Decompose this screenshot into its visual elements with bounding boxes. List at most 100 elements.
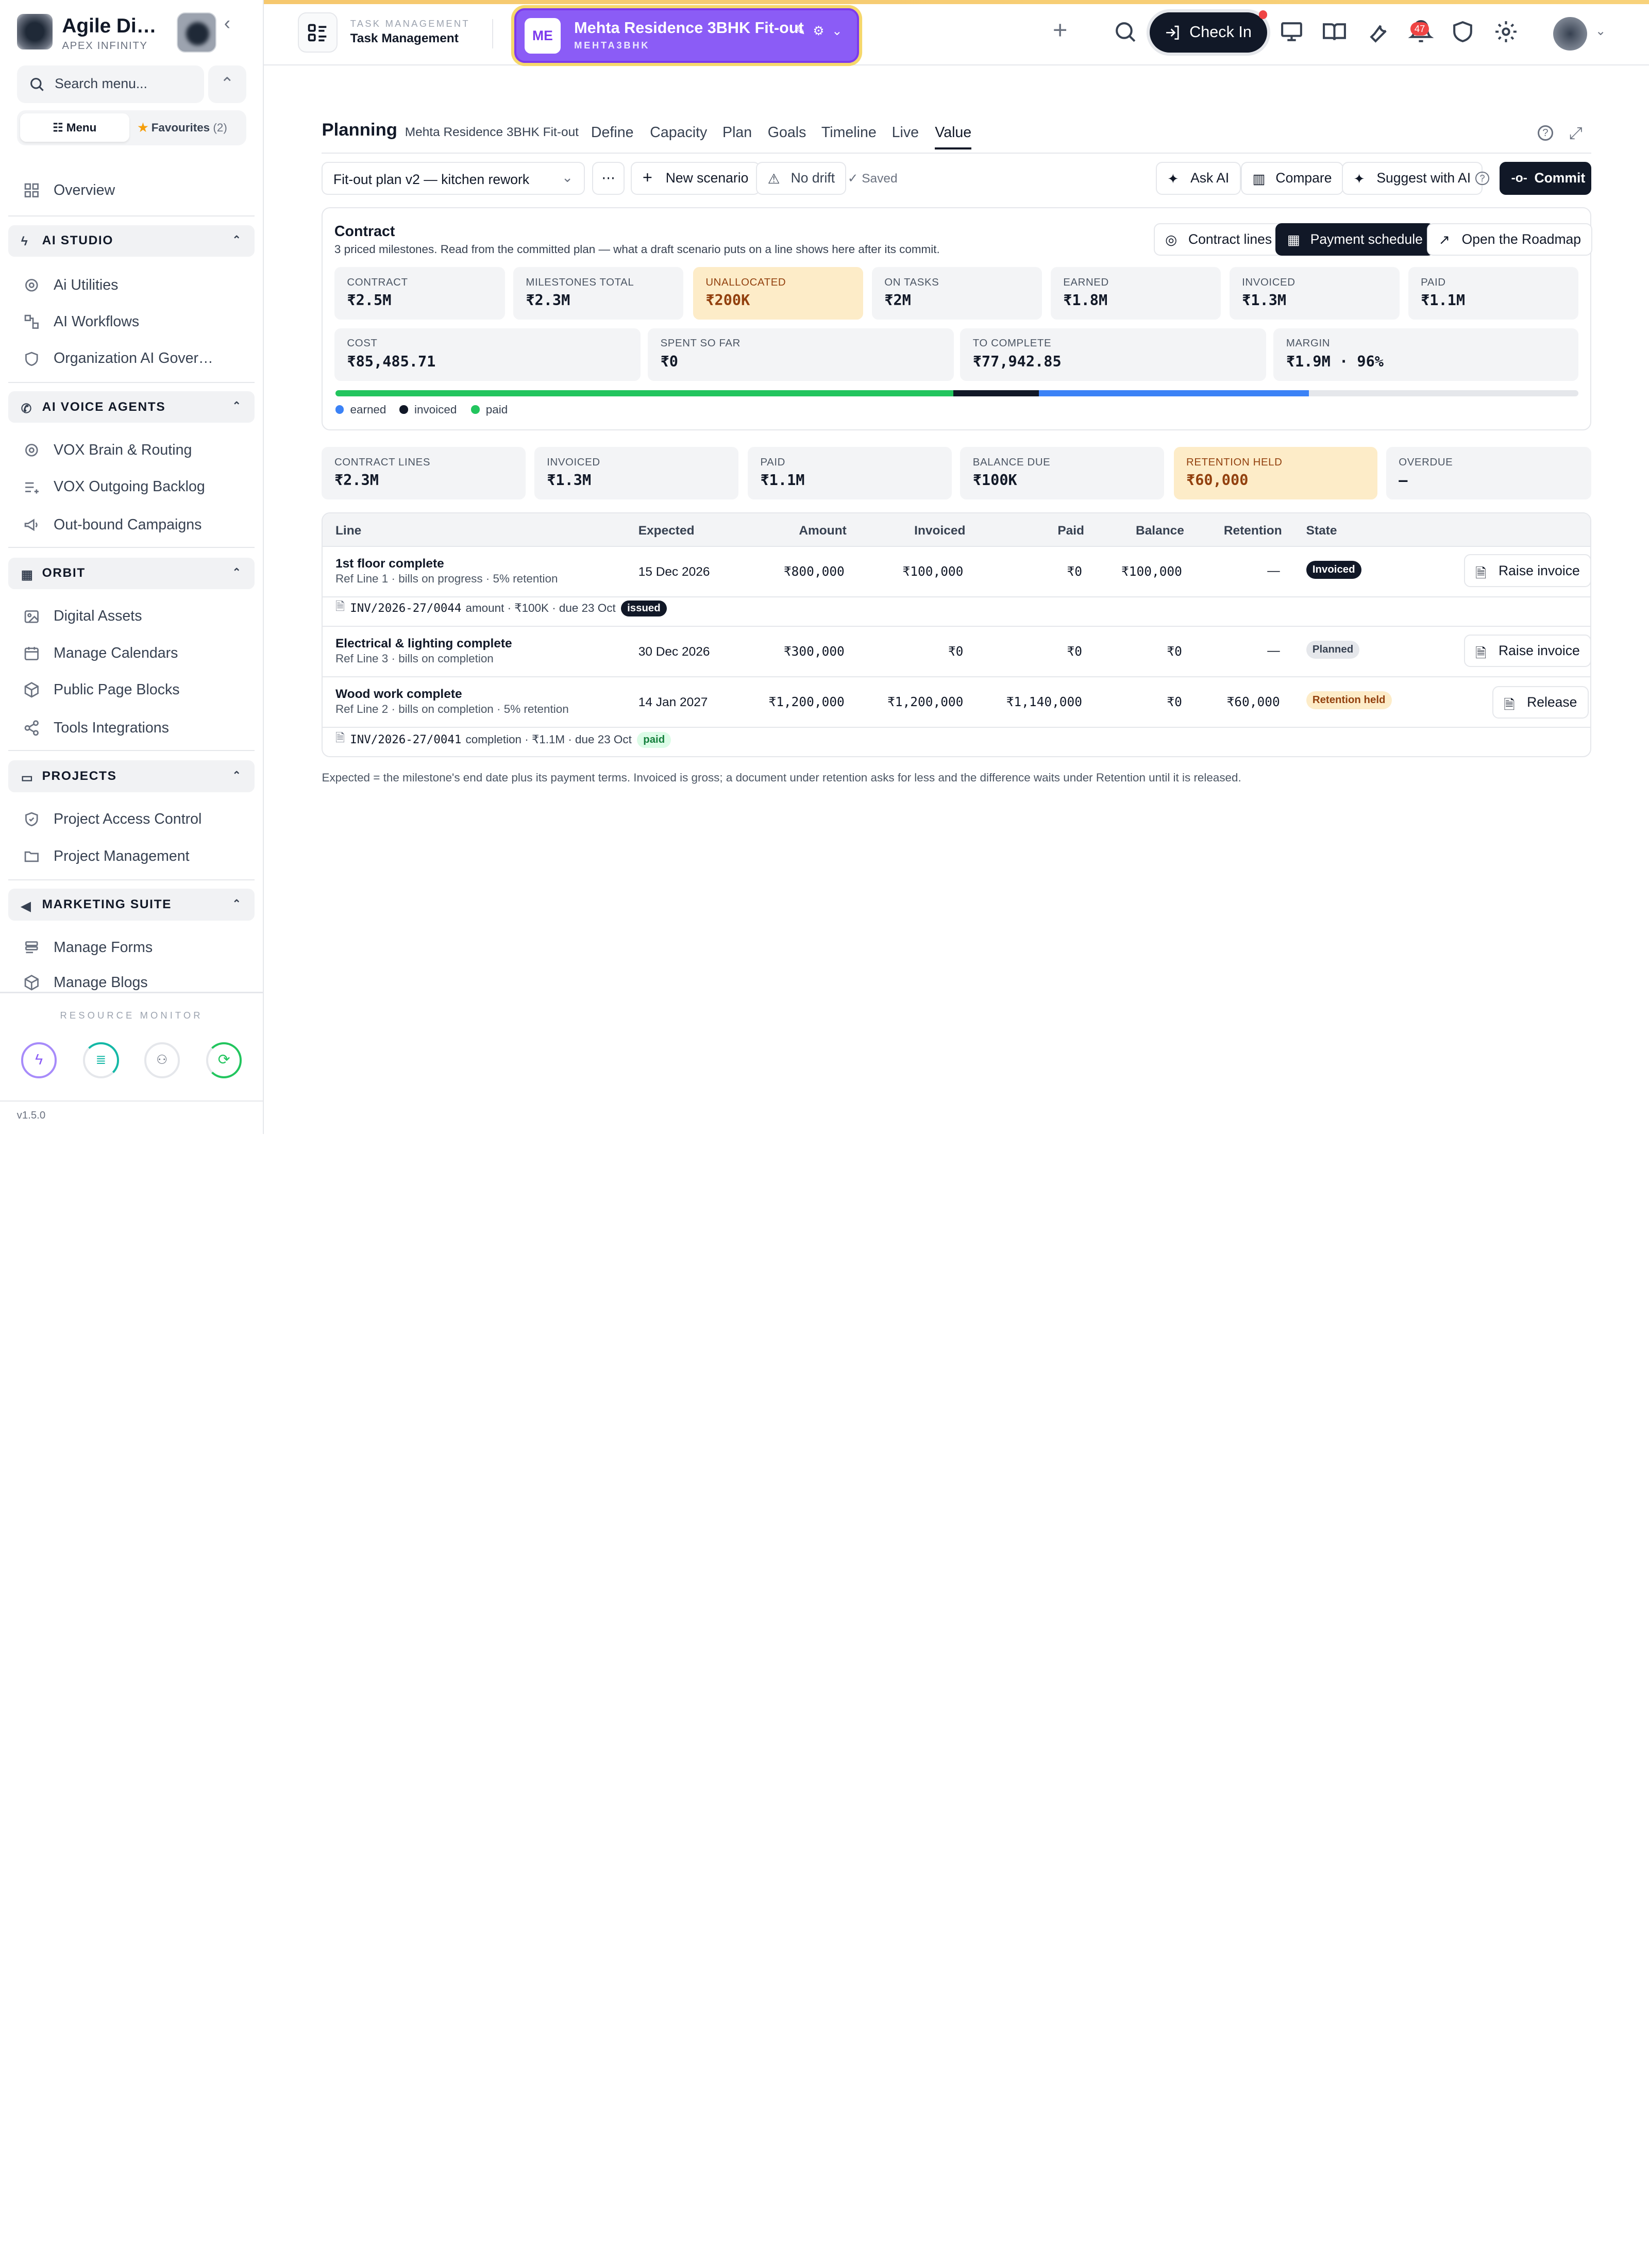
brand[interactable]: Agile Di… APEX INFINITY bbox=[15, 10, 257, 57]
section-marketing-suite[interactable]: ◀ MARKETING SUITE ⌃ bbox=[8, 889, 255, 921]
chevron-up-icon[interactable]: ⌃ bbox=[208, 65, 246, 103]
section-title: PROJECTS bbox=[42, 769, 117, 783]
sidebar-item-public-page-blocks[interactable]: Public Page Blocks bbox=[23, 674, 180, 706]
tab-live[interactable]: Live bbox=[892, 124, 919, 141]
divider bbox=[0, 992, 263, 993]
tab-plan[interactable]: Plan bbox=[722, 124, 752, 141]
payment-schedule-button[interactable]: ▦ Payment schedule bbox=[1275, 223, 1435, 256]
ask-ai-button[interactable]: ✦ Ask AI bbox=[1155, 162, 1241, 195]
summary-contract-lines: CONTRACT LINES ₹2.3M bbox=[322, 447, 526, 500]
help-icon[interactable]: ? bbox=[1537, 125, 1554, 141]
raise-invoice-button[interactable]: 🗎 Raise invoice bbox=[1463, 634, 1590, 667]
wrench-icon[interactable] bbox=[1365, 19, 1390, 44]
saved-status: ✓ Saved bbox=[848, 171, 898, 186]
stat-label: CONTRACT bbox=[347, 276, 408, 288]
sidebar-item-manage-forms[interactable]: Manage Forms bbox=[23, 932, 153, 963]
power-gauge-icon[interactable]: ϟ bbox=[21, 1042, 57, 1078]
invoice-id[interactable]: INV/2026-27/0044 bbox=[350, 602, 461, 615]
expected-date: 14 Jan 2027 bbox=[638, 695, 708, 709]
sidebar-item-project-access-control[interactable]: Project Access Control bbox=[23, 804, 201, 835]
tab-menu[interactable]: ☷ Menu bbox=[20, 113, 129, 142]
compare-button[interactable]: ▥ Compare bbox=[1241, 162, 1343, 195]
sidebar-item-digital-assets[interactable]: Digital Assets bbox=[23, 601, 142, 632]
section-ai-studio[interactable]: ϟ AI STUDIO ⌃ bbox=[8, 225, 255, 257]
more-options-button[interactable]: ⋯ bbox=[592, 162, 625, 195]
check-in-button[interactable]: Check In bbox=[1149, 10, 1268, 53]
section-ai-voice-agents[interactable]: ✆ AI VOICE AGENTS ⌃ bbox=[8, 391, 255, 423]
task-list-icon[interactable] bbox=[297, 12, 338, 53]
expand-icon[interactable]: ⤢ bbox=[1569, 123, 1583, 143]
legend-paid: paid bbox=[471, 403, 508, 416]
help-icon[interactable]: ? bbox=[1475, 171, 1489, 186]
contract-lines-button[interactable]: ◎ Contract lines bbox=[1153, 223, 1284, 256]
tab-goals[interactable]: Goals bbox=[768, 124, 806, 141]
raise-invoice-button[interactable]: 🗎 Raise invoice bbox=[1463, 554, 1590, 587]
amount: ₹1,200,000 bbox=[768, 694, 845, 709]
sidebar-item-outbound-campaigns[interactable]: Out-bound Campaigns bbox=[23, 509, 201, 541]
sync-gauge-icon[interactable]: ⟳ bbox=[206, 1042, 242, 1078]
section-title: MARKETING SUITE bbox=[42, 897, 172, 912]
sidebar-item-ai-utilities[interactable]: Ai Utilities bbox=[23, 269, 118, 301]
monitor-icon[interactable] bbox=[1279, 19, 1304, 44]
users-gauge-icon[interactable]: ⚇ bbox=[144, 1042, 180, 1078]
sidebar-item-ai-workflows[interactable]: AI Workflows bbox=[23, 306, 139, 338]
plus-icon[interactable]: + bbox=[1053, 18, 1078, 44]
tab-value[interactable]: Value bbox=[935, 124, 972, 150]
sidebar-item-project-management[interactable]: Project Management bbox=[23, 841, 190, 872]
sidebar-item-org-ai-governance[interactable]: Organization AI Gover… bbox=[23, 343, 213, 374]
new-scenario-button[interactable]: + New scenario bbox=[631, 162, 760, 195]
release-button[interactable]: 🗎 Release bbox=[1492, 686, 1589, 719]
edit-icon[interactable]: ✎ bbox=[795, 23, 806, 39]
sidebar-item-manage-calendars[interactable]: Manage Calendars bbox=[23, 638, 178, 669]
sidebar-item-vox-backlog[interactable]: VOX Outgoing Backlog bbox=[23, 471, 205, 503]
tab-favourites[interactable]: ★ Favourites (2) bbox=[138, 113, 243, 142]
invoice-icon: 🗎 bbox=[1504, 696, 1515, 712]
search-icon[interactable] bbox=[1113, 19, 1138, 44]
book-icon[interactable] bbox=[1322, 19, 1347, 44]
calendar-icon bbox=[24, 647, 39, 660]
document-icon: 🗎 bbox=[335, 731, 345, 745]
sidebar-item-label: Organization AI Gover… bbox=[54, 350, 213, 367]
divider bbox=[8, 381, 255, 383]
tab-capacity[interactable]: Capacity bbox=[650, 124, 707, 141]
invoice-document-row[interactable]: 🗎 INV/2026-27/0044 amount · ₹100K · due … bbox=[335, 598, 667, 618]
shield-icon[interactable] bbox=[1450, 19, 1475, 44]
notification-count-badge: 47 bbox=[1410, 22, 1429, 36]
sidebar-item-overview[interactable]: Overview bbox=[23, 175, 115, 206]
settings-icon[interactable] bbox=[1493, 19, 1519, 44]
user-avatar[interactable] bbox=[1553, 16, 1587, 51]
sidebar-item-tools-integrations[interactable]: Tools Integrations bbox=[23, 712, 169, 744]
sidebar-item-manage-blogs[interactable]: Manage Blogs bbox=[23, 969, 148, 992]
contract-title: Contract bbox=[334, 223, 395, 240]
database-gauge-icon[interactable]: ≣ bbox=[83, 1042, 119, 1078]
stat-value: ₹1.1M bbox=[760, 471, 805, 489]
gear-icon[interactable]: ⚙ bbox=[813, 23, 824, 39]
no-drift-button[interactable]: ⚠ No drift bbox=[756, 162, 847, 195]
external-link-icon: ↗ bbox=[1438, 231, 1450, 247]
section-projects[interactable]: ▭ PROJECTS ⌃ bbox=[8, 760, 255, 792]
commit-button[interactable]: -o- Commit bbox=[1500, 162, 1591, 195]
invoice-id[interactable]: INV/2026-27/0041 bbox=[350, 733, 461, 746]
gear-icon bbox=[25, 444, 38, 457]
tab-timeline[interactable]: Timeline bbox=[821, 124, 877, 141]
balance: ₹0 bbox=[1167, 694, 1182, 709]
sidebar-item-vox-brain[interactable]: VOX Brain & Routing bbox=[23, 435, 192, 466]
sidebar-item-label: Manage Calendars bbox=[54, 644, 178, 661]
org-avatar[interactable] bbox=[176, 12, 217, 53]
project-switcher[interactable]: ME Mehta Residence 3BHK Fit-out MEHTA3BH… bbox=[514, 8, 860, 63]
shield-icon bbox=[25, 352, 38, 366]
section-orbit[interactable]: ▦ ORBIT ⌃ bbox=[8, 557, 255, 589]
chevron-down-icon[interactable]: ⌄ bbox=[832, 23, 843, 39]
suggest-ai-button[interactable]: ✦ Suggest with AI bbox=[1342, 162, 1483, 195]
tab-define[interactable]: Define bbox=[591, 124, 634, 141]
invoice-document-row[interactable]: 🗎 INV/2026-27/0041 completion · ₹1.1M · … bbox=[335, 730, 671, 749]
chevron-down-icon[interactable]: ⌄ bbox=[1595, 23, 1606, 39]
stat-earned: EARNED ₹1.8M bbox=[1050, 267, 1221, 320]
open-roadmap-button[interactable]: ↗ Open the Roadmap bbox=[1427, 223, 1593, 256]
collapse-sidebar-icon[interactable]: ‹ bbox=[224, 12, 230, 34]
sidebar-item-label: Tools Integrations bbox=[54, 719, 169, 736]
menu-grid-icon: ☷ bbox=[53, 121, 66, 135]
search-menu-input[interactable]: Search menu... bbox=[16, 65, 204, 103]
scenario-select[interactable]: Fit-out plan v2 — kitchen rework ⌄ bbox=[322, 162, 585, 195]
earned-segment bbox=[1039, 390, 1309, 397]
